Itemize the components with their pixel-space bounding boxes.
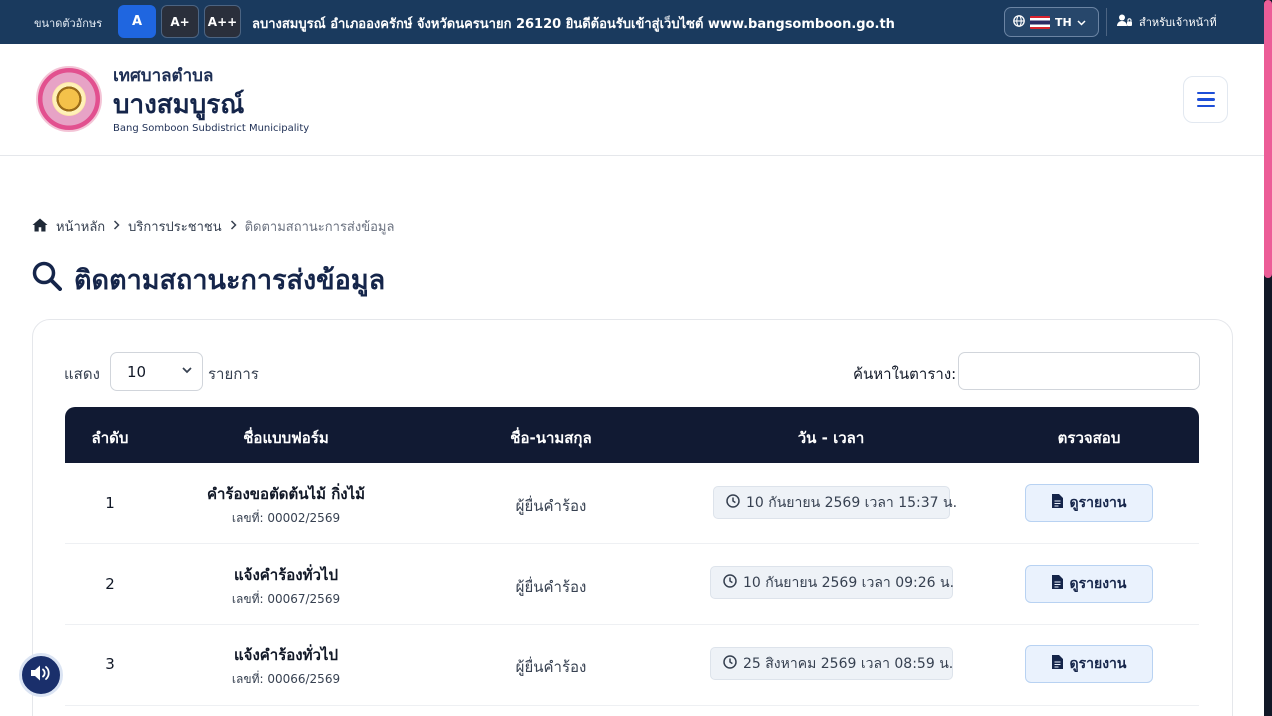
font-size-label: ขนาดตัวอักษร — [34, 17, 103, 30]
site-header: เทศบาลตำบล บางสมบูรณ์ Bang Somboon Subdi… — [0, 44, 1264, 156]
show-entries-label: แสดง — [64, 365, 100, 383]
document-icon — [1051, 494, 1063, 512]
language-selector[interactable]: TH — [1004, 7, 1099, 37]
applicant-name: ผู้ยื่นคำร้อง — [515, 658, 587, 676]
chevron-down-icon — [182, 364, 192, 377]
staff-link-label: สำหรับเจ้าหน้าที่ — [1139, 16, 1217, 29]
breadcrumb: หน้าหลัก บริการประชาชน ติดตามสถานะการส่ง… — [32, 216, 394, 237]
breadcrumb-section-link[interactable]: บริการประชาชน — [128, 216, 221, 237]
column-header-datetime[interactable]: วัน - เวลา — [751, 426, 911, 450]
datetime-text: 10 กันยายน 2569 เวลา 09:26 น. — [743, 574, 955, 591]
datetime-text: 25 สิงหาคม 2569 เวลา 08:59 น. — [743, 655, 954, 672]
scrollbar-thumb[interactable] — [1264, 0, 1272, 278]
form-name: คำร้องขอตัดต้นไม้ กิ่งไม้ — [206, 485, 366, 503]
language-code: TH — [1055, 15, 1072, 29]
table-row: 3 แจ้งคำร้องทั่วไป เลขที่: 00066/2569 ผู… — [65, 625, 1199, 706]
chevron-right-icon — [113, 219, 120, 234]
chevron-right-icon — [230, 219, 237, 234]
datetime-text: 10 กันยายน 2569 เวลา 15:37 น. — [746, 494, 958, 511]
breadcrumb-current: ติดตามสถานะการส่งข้อมูล — [244, 220, 395, 235]
speaker-icon — [30, 664, 52, 686]
municipality-logo[interactable] — [36, 66, 102, 132]
clock-icon — [723, 654, 737, 673]
form-name: แจ้งคำร้องทั่วไป — [233, 646, 338, 664]
view-report-label: ดูรายงาน — [1069, 656, 1127, 672]
datetime-badge: 10 กันยายน 2569 เวลา 15:37 น. — [713, 486, 957, 519]
top-utility-bar: ขนาดตัวอักษร A A+ A++ ลบางสมบูรณ์ อำเภออ… — [0, 0, 1264, 44]
form-name: แจ้งคำร้องทั่วไป — [233, 566, 338, 584]
font-size-normal-button[interactable]: A — [118, 5, 156, 38]
user-lock-icon — [1117, 14, 1133, 30]
topbar-divider — [1106, 8, 1107, 36]
hamburger-menu-button[interactable] — [1183, 76, 1228, 123]
search-icon — [32, 261, 62, 298]
applicant-name: ผู้ยื่นคำร้อง — [515, 578, 587, 596]
org-name: บางสมบูรณ์ — [113, 90, 245, 120]
datetime-badge: 25 สิงหาคม 2569 เวลา 08:59 น. — [710, 647, 953, 680]
breadcrumb-home-link[interactable]: หน้าหลัก — [56, 216, 105, 237]
entries-unit-label: รายการ — [208, 365, 259, 383]
document-icon — [1051, 575, 1063, 593]
page-title-text: ติดตามสถานะการส่งข้อมูล — [74, 265, 386, 296]
view-report-label: ดูรายงาน — [1069, 576, 1127, 592]
org-name-english: Bang Somboon Subdistrict Municipality — [113, 123, 310, 134]
staff-login-link[interactable]: สำหรับเจ้าหน้าที่ — [1117, 13, 1217, 31]
row-number: 2 — [105, 575, 115, 593]
thai-flag-icon — [1030, 15, 1050, 29]
document-icon — [1051, 655, 1063, 673]
globe-icon — [1013, 14, 1025, 30]
announcement-marquee: ลบางสมบูรณ์ อำเภอองครักษ์ จังหวัดนครนายก… — [252, 17, 895, 32]
applicant-name: ผู้ยื่นคำร้อง — [515, 497, 587, 515]
page-size-select[interactable]: 10 — [110, 352, 203, 391]
table-row: 2 แจ้งคำร้องทั่วไป เลขที่: 00067/2569 ผู… — [65, 544, 1199, 625]
row-number: 3 — [105, 655, 115, 673]
form-reference: เลขที่: 00067/2569 — [231, 592, 341, 606]
page-size-value: 10 — [127, 362, 147, 381]
table-search-label: ค้นหาในตาราง: — [853, 365, 957, 383]
row-number: 1 — [105, 494, 115, 512]
table-header: ลำดับ ชื่อแบบฟอร์ม ชื่อ-นามสกุล วัน - เว… — [65, 407, 1199, 463]
column-header-full-name[interactable]: ชื่อ-นามสกุล — [481, 426, 621, 450]
view-report-button[interactable]: ดูรายงาน — [1025, 645, 1153, 683]
table-row: 1 คำร้องขอตัดต้นไม้ กิ่งไม้ เลขที่: 0000… — [65, 463, 1199, 544]
view-report-button[interactable]: ดูรายงาน — [1025, 565, 1153, 603]
clock-icon — [723, 573, 737, 592]
datetime-badge: 10 กันยายน 2569 เวลา 09:26 น. — [710, 566, 955, 599]
font-size-large-button[interactable]: A+ — [161, 5, 199, 38]
table-search-input[interactable] — [958, 352, 1200, 390]
font-size-xlarge-button[interactable]: A++ — [204, 5, 241, 38]
page-title: ติดตามสถานะการส่งข้อมูล — [32, 258, 385, 301]
chevron-down-icon — [1077, 16, 1086, 29]
view-report-button[interactable]: ดูรายงาน — [1025, 484, 1153, 522]
home-icon — [32, 218, 48, 236]
form-reference: เลขที่: 00002/2569 — [231, 511, 341, 525]
clock-icon — [726, 493, 740, 512]
view-report-label: ดูรายงาน — [1069, 495, 1127, 511]
form-reference: เลขที่: 00066/2569 — [231, 672, 341, 686]
text-to-speech-button[interactable] — [19, 653, 63, 697]
column-header-order[interactable]: ลำดับ — [90, 426, 130, 450]
column-header-check[interactable]: ตรวจสอบ — [1039, 426, 1139, 450]
column-header-form-name[interactable]: ชื่อแบบฟอร์ม — [186, 426, 386, 450]
